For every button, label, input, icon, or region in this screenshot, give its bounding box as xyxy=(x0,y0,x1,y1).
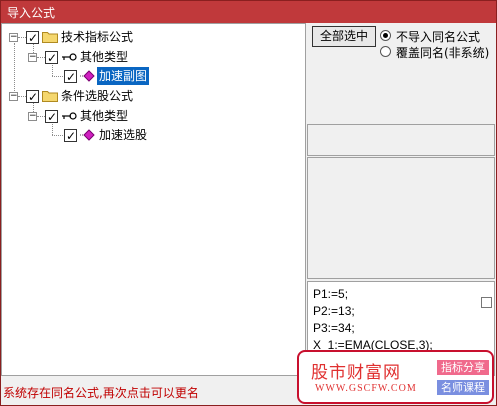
node-checkbox[interactable]: ✓ xyxy=(26,90,39,104)
import-formula-dialog: 导入公式 − ✓ 技术指标公式 − ✓ 其他类型 ✓ 加速副图 − ✓ 条件选股… xyxy=(0,0,497,406)
collapse-toggle[interactable]: − xyxy=(9,33,18,42)
check-icon: ✓ xyxy=(28,31,39,45)
description-box xyxy=(307,157,495,279)
info-box xyxy=(307,124,495,156)
radio-button[interactable] xyxy=(380,46,391,57)
node-label: 其他类型 xyxy=(80,50,129,64)
title-bar[interactable]: 导入公式 xyxy=(1,1,496,23)
radio-button[interactable] xyxy=(380,30,391,41)
key-icon xyxy=(62,53,77,61)
select-all-button[interactable]: 全部选中 xyxy=(312,26,376,47)
node-label: 条件选股公式 xyxy=(61,89,134,103)
check-icon: ✓ xyxy=(66,70,77,84)
node-checkbox[interactable]: ✓ xyxy=(45,110,58,124)
tree-node-other-types-2[interactable]: − ✓ 其他类型 xyxy=(2,107,202,125)
folder-icon xyxy=(42,32,58,43)
node-label: 加速选股 xyxy=(99,128,148,142)
watermark-tag-share: 指标分享 xyxy=(437,360,489,375)
tree-node-other-types[interactable]: − ✓ 其他类型 xyxy=(2,48,202,66)
collapse-toggle[interactable]: − xyxy=(9,92,18,101)
collapse-toggle[interactable]: − xyxy=(28,53,37,62)
node-checkbox[interactable]: ✓ xyxy=(26,31,39,45)
watermark-tag-course: 名师课程 xyxy=(437,380,489,395)
window-title: 导入公式 xyxy=(7,6,56,20)
options-panel: 全部选中 不导入同名公式 覆盖同名(非系统) P1:=5; P2:=13; P3… xyxy=(306,23,496,376)
status-message: 系统存在同名公式,再次点击可以更名 xyxy=(3,386,199,400)
radio-label: 覆盖同名(非系统) xyxy=(396,46,490,60)
node-checkbox[interactable]: ✓ xyxy=(64,129,77,143)
folder-icon xyxy=(42,91,58,102)
radio-label: 不导入同名公式 xyxy=(396,30,481,44)
tree-node-stock-selection-formulas[interactable]: − ✓ 条件选股公式 xyxy=(2,87,202,105)
tree-node-accelerate-selection[interactable]: ✓ 加速选股 xyxy=(2,126,202,144)
tree-node-accelerate-subchart[interactable]: ✓ 加速副图 xyxy=(2,67,202,85)
check-icon: ✓ xyxy=(28,90,39,104)
formula-checkbox[interactable] xyxy=(481,297,492,308)
formula-line: P1:=5; xyxy=(313,287,349,301)
formula-icon xyxy=(80,129,95,141)
formula-icon xyxy=(80,70,95,82)
key-icon xyxy=(62,112,77,120)
check-icon: ✓ xyxy=(47,110,58,124)
formula-line: P2:=13; xyxy=(313,304,355,318)
check-icon: ✓ xyxy=(47,51,58,65)
node-label: 加速副图 xyxy=(97,67,150,85)
collapse-toggle[interactable]: − xyxy=(28,112,37,121)
watermark-title: 股市财富网 xyxy=(311,363,401,383)
tree-node-indicator-formulas[interactable]: − ✓ 技术指标公式 xyxy=(2,28,202,46)
node-label: 其他类型 xyxy=(80,109,129,123)
watermark-url: WWW.GSCFW.COM xyxy=(315,383,417,394)
formula-tree[interactable]: − ✓ 技术指标公式 − ✓ 其他类型 ✓ 加速副图 − ✓ 条件选股公式 − … xyxy=(1,23,306,376)
node-checkbox[interactable]: ✓ xyxy=(45,51,58,65)
node-label: 技术指标公式 xyxy=(61,30,134,44)
node-checkbox[interactable]: ✓ xyxy=(64,70,77,84)
formula-line: P3:=34; xyxy=(313,321,355,335)
check-icon: ✓ xyxy=(66,129,77,143)
site-watermark: 股市财富网 WWW.GSCFW.COM 指标分享 名师课程 xyxy=(297,350,494,404)
